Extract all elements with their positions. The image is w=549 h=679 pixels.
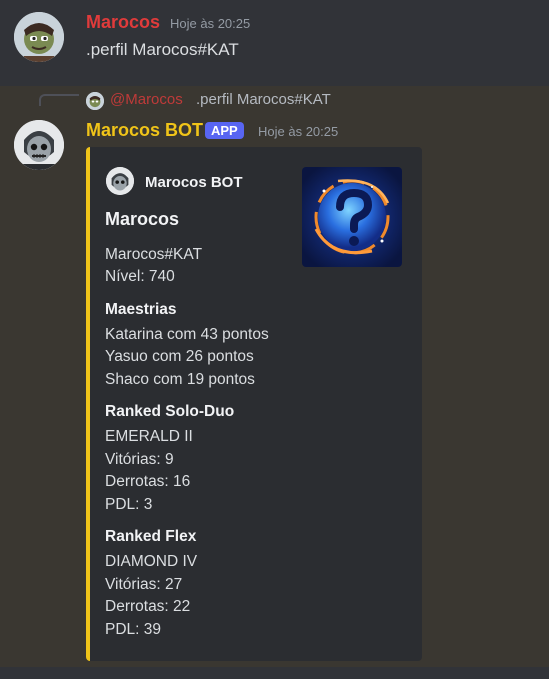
message-author[interactable]: Marocos BOT (86, 119, 203, 141)
embed-field-name: Ranked Flex (105, 528, 197, 545)
embed-field-line: Katarina com 43 pontos (105, 326, 269, 343)
embed-field-line: Yasuo com 26 pontos (105, 348, 254, 365)
embed-field-line: Vitórias: 27 (105, 576, 183, 593)
app-badge: APP (205, 122, 244, 139)
embed-accent-bar (86, 147, 90, 661)
reply-spine (39, 94, 79, 106)
user-avatar-icon[interactable] (14, 12, 64, 62)
embed-field-line: DIAMOND IV (105, 553, 198, 570)
embed-field-line: Derrotas: 22 (105, 598, 191, 615)
message-timestamp: Hoje às 20:25 (170, 16, 251, 31)
embed-field-line: Shaco com 19 pontos (105, 371, 255, 388)
embed-field-name: Ranked Solo-Duo (105, 403, 235, 420)
embed-field-line: EMERALD II (105, 428, 193, 445)
message-timestamp: Hoje às 20:25 (258, 124, 339, 139)
bot-avatar-icon[interactable] (14, 120, 64, 170)
embed-description-line: Nível: 740 (105, 268, 175, 285)
reply-preview-text[interactable]: .perfil Marocos#KAT (196, 91, 331, 108)
embed-author-name: Marocos BOT (145, 174, 243, 191)
reply-avatar-icon[interactable] (86, 92, 104, 110)
message-bot: @Marocos .perfil Marocos#KAT Marocos BOT… (0, 86, 549, 667)
embed-field-line: PDL: 39 (105, 621, 162, 638)
embed-field-line: Vitórias: 9 (105, 451, 174, 468)
embed: Marocos BOT Marocos Marocos#KAT Nível: 7… (86, 147, 422, 661)
embed-field-name: Maestrias (105, 301, 177, 318)
embed-title: Marocos (105, 209, 180, 229)
embed-field-line: PDL: 3 (105, 496, 153, 513)
message-user: Marocos Hoje às 20:25 .perfil Marocos#KA… (0, 0, 549, 86)
bottom-strip (0, 667, 549, 679)
embed-author-icon (106, 167, 134, 195)
embed-description-line: Marocos#KAT (105, 246, 203, 263)
embed-field-line: Derrotas: 16 (105, 473, 191, 490)
message-content: .perfil Marocos#KAT (86, 40, 239, 59)
question-mark-orb-icon[interactable] (302, 167, 402, 267)
reply-author[interactable]: @Marocos (110, 91, 183, 108)
message-author[interactable]: Marocos (86, 11, 160, 33)
